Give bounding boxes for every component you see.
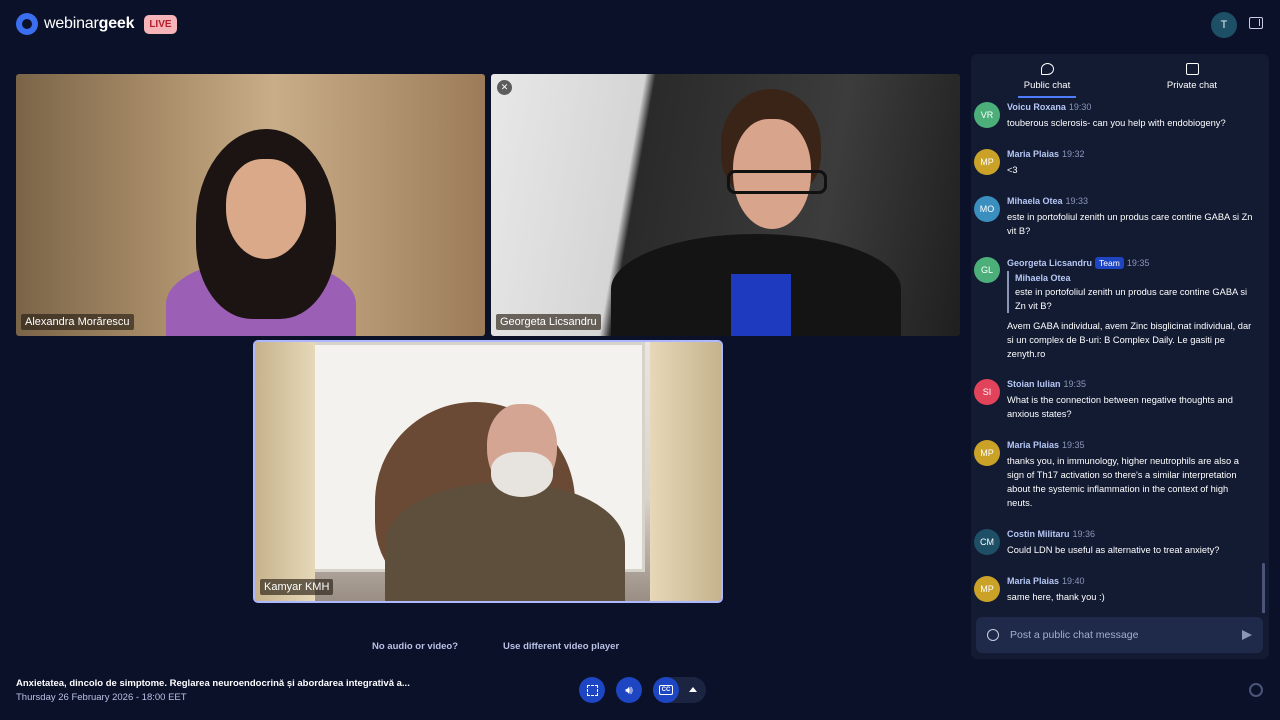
quoted-sender: Mihaela Otea [1015,273,1071,283]
participant-body [385,482,625,601]
message-time: 19:40 [1062,576,1085,586]
avatar: MP [974,576,1000,602]
message-text: este in portofoliul zenith un produs car… [1007,212,1253,236]
toggle-sidebar-icon[interactable] [1249,17,1263,29]
video-tile-alexandra: Alexandra Morărescu [16,74,485,336]
message-time: 19:35 [1063,379,1087,389]
participant-name-label: Alexandra Morărescu [21,314,134,330]
microphone-muted-icon: ✕ [497,80,512,95]
team-badge: Team [1095,257,1124,269]
captions-button[interactable]: CC [653,677,679,703]
curtain-right [650,342,721,601]
sender-name: Georgeta Licsandru [1007,258,1093,268]
participant-shirt [731,274,791,336]
webinar-title: Anxietatea, dincolo de simptome. Reglare… [16,678,410,689]
webinargeek-logo: webinargeek LIVE [16,13,177,35]
webinar-date: Thursday 26 February 2026 - 18:00 EET [16,692,187,703]
tab-label: Private chat [1166,80,1218,91]
avatar: VR [974,102,1000,128]
emoji-icon[interactable] [987,629,999,641]
brand-name: webinargeek [44,15,135,32]
sender-name: Stoian Iulian [1007,379,1061,389]
message-text: same here, thank you :) [1007,592,1105,602]
send-icon[interactable] [1242,630,1252,640]
chat-message: VR Voicu Roxana 19:30 touberous sclerosis… [974,102,1259,142]
video-tile-kamyar: Kamyar KMH [253,340,723,603]
quoted-text: este in portofoliul zenith un produs car… [1015,287,1248,311]
volume-button[interactable]: 🔊︎ [616,677,642,703]
chat-message: MO Mihaela Otea 19:33 este in portofoliul… [974,196,1259,246]
chat-panel: Public chat Private chat VR Voicu Roxana… [971,54,1269,659]
webinargeek-logo-icon [16,13,38,35]
message-text: What is the connection between negative … [1007,395,1233,419]
chat-tabs: Public chat Private chat [971,54,1269,98]
webinargeek-footer-icon [1249,683,1263,697]
message-time: 19:30 [1068,102,1092,112]
chat-message-input[interactable] [1010,626,1230,644]
message-time: 19:32 [1062,149,1085,159]
message-text: touberous sclerosis- can you help with e… [1007,118,1226,128]
avatar: CM [974,529,1000,555]
avatar: MO [974,196,1000,222]
fullscreen-icon [586,684,598,696]
participant-beard [491,452,553,497]
sender-name: Voicu Roxana [1007,102,1066,112]
captions-icon: CC [659,685,673,695]
tab-label: Public chat [1023,80,1071,91]
no-audio-video-link[interactable]: No audio or video? [372,641,458,652]
caret-up-icon[interactable] [689,687,697,692]
chat-message: MP Maria Plaias 19:35 thanks you, in immu… [974,440,1259,520]
chat-message: MP Maria Plaias 19:40 same here, thank yo… [974,576,1259,612]
user-avatar[interactable]: T [1211,12,1237,38]
participant-name-label: Kamyar KMH [260,579,334,595]
participant-name-label: Georgeta Licsandru [496,314,601,330]
chat-message: MP Maria Plaias 19:32 <3 [974,149,1259,185]
message-time: 19:35 [1126,258,1150,268]
chat-bubble-icon [1040,63,1054,75]
tab-public-chat[interactable]: Public chat [1018,54,1076,98]
chat-message: SI Stoian Iulian 19:35 What is the connec… [974,379,1259,429]
message-text: thanks you, in immunology, higher neutro… [1007,456,1239,508]
quoted-message: Mihaela Otea este in portofoliul zenith … [1007,271,1253,313]
captions-control: CC [653,677,706,703]
message-time: 19:36 [1072,529,1096,539]
message-text: <3 [1007,165,1018,175]
different-player-link[interactable]: Use different video player [503,641,619,652]
message-time: 19:33 [1065,196,1089,206]
video-tile-georgeta: ✕ Georgeta Licsandru [491,74,960,336]
curtain-left [255,342,315,601]
participant-face [226,159,306,259]
fullscreen-button[interactable] [579,677,605,703]
avatar: MP [974,440,1000,466]
glasses-icon [727,170,827,194]
chat-scrollbar[interactable] [1262,563,1265,613]
chat-message-list[interactable]: VR Voicu Roxana 19:30 touberous sclerosis… [971,98,1269,613]
sender-name: Maria Plaias [1007,440,1060,450]
chat-composer [976,617,1263,653]
chat-message: GL Georgeta Licsandru Team 19:35 Mihaela O… [974,257,1259,367]
message-time: 19:35 [1062,440,1085,450]
speaker-icon: 🔊︎ [625,682,633,697]
tab-private-chat[interactable]: Private chat [1161,54,1223,98]
chat-message: CM Costin Militaru 19:36 Could LDN be use… [974,529,1259,565]
sender-name: Maria Plaias [1007,149,1060,159]
avatar: GL [974,257,1000,283]
message-text: Could LDN be useful as alternative to tr… [1007,545,1220,555]
sender-name: Mihaela Otea [1007,196,1063,206]
avatar: MP [974,149,1000,175]
sender-name: Maria Plaias [1007,576,1060,586]
avatar: SI [974,379,1000,405]
live-badge: LIVE [144,14,177,34]
message-text: Avem GABA individual, avem Zinc bisglici… [1007,321,1252,359]
private-chat-icon [1185,63,1199,75]
sender-name: Costin Militaru [1007,529,1070,539]
